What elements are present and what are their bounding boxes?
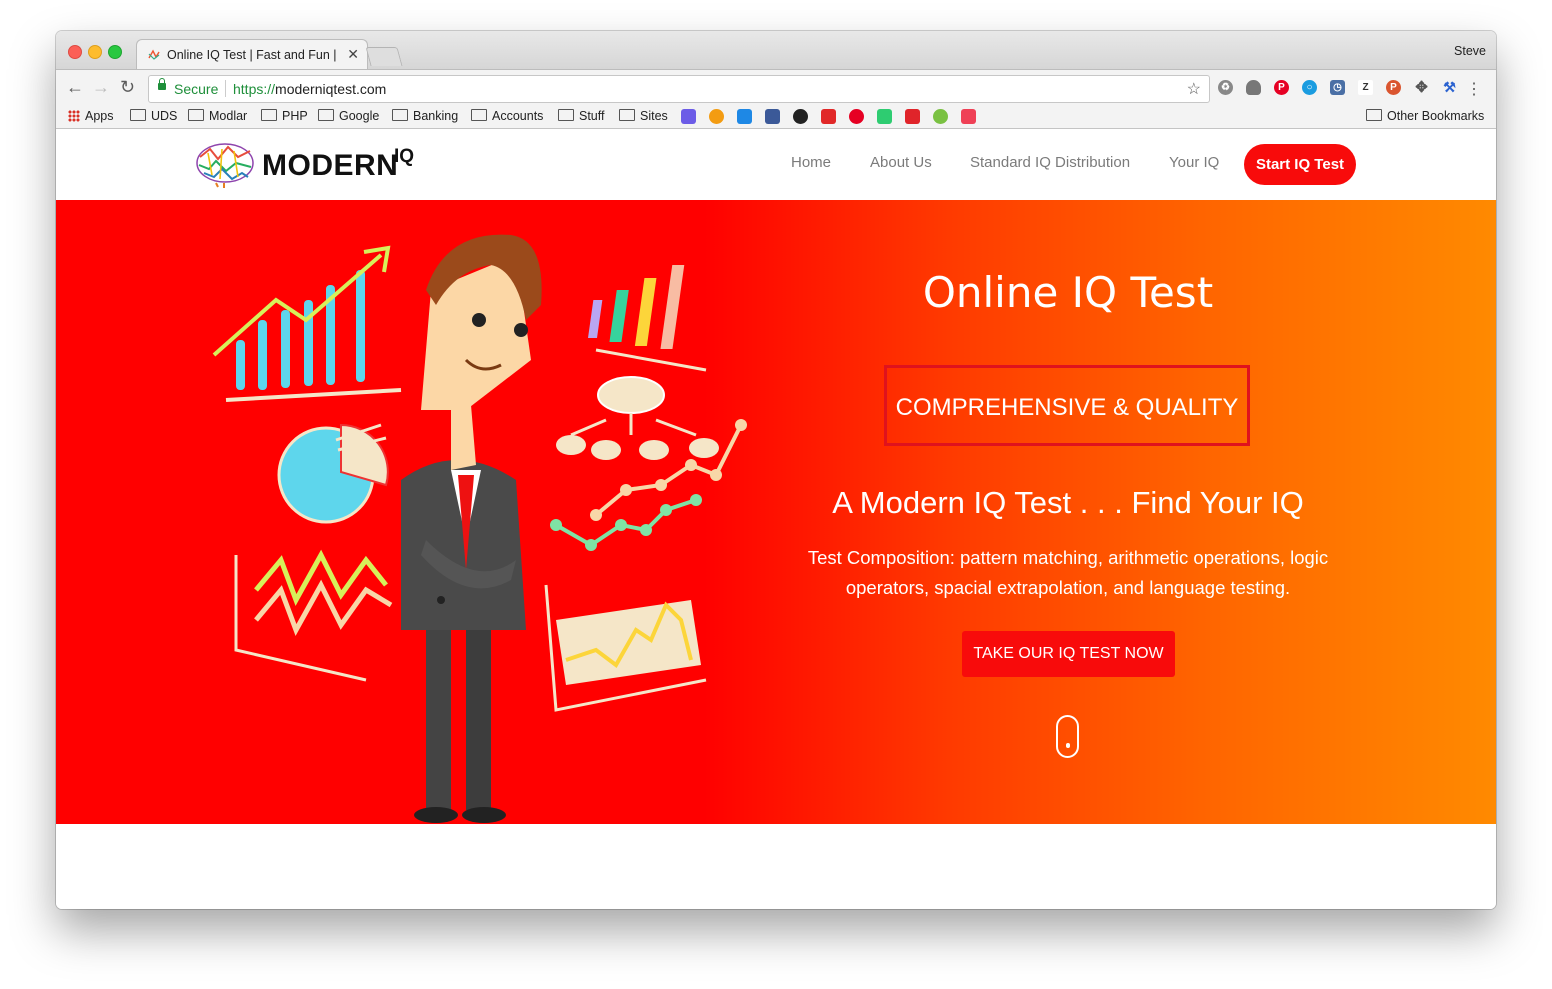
folder-icon (471, 109, 487, 121)
pinterest-icon[interactable]: P (1274, 80, 1289, 95)
bookmark-label: Stuff (579, 109, 605, 123)
folder-icon (558, 109, 574, 121)
nav-standard-iq-distribution[interactable]: Standard IQ Distribution (970, 154, 1130, 171)
url-host: moderniqtest.com (275, 81, 387, 97)
bitcoin-icon[interactable] (709, 109, 724, 124)
bookmark-sites[interactable]: Sites (619, 108, 668, 123)
brain-logo-icon[interactable] (194, 139, 256, 189)
apps-grid-icon (68, 110, 80, 122)
bookmark-label: Other Bookmarks (1387, 109, 1485, 123)
wrench-icon[interactable]: ⚒ (1442, 80, 1457, 95)
url-text[interactable]: https://moderniqtest.com (233, 81, 386, 97)
bookmark-uds[interactable]: UDS (130, 108, 177, 123)
product-hunt-icon[interactable]: P (1386, 80, 1401, 95)
scroll-down-icon[interactable] (1056, 715, 1079, 758)
bookmark-label: UDS (151, 109, 178, 123)
clock-icon[interactable]: ◷ (1330, 80, 1345, 95)
bookmark-label: Google (339, 109, 380, 123)
maximize-window-button[interactable] (108, 45, 122, 59)
nav-about-us[interactable]: About Us (870, 154, 932, 171)
bookmark-banking[interactable]: Banking (392, 108, 458, 123)
tab-bar: Online IQ Test | Fast and Fun | ✕ Steve (56, 31, 1496, 70)
bookmark-label: Accounts (492, 109, 544, 123)
tab-close-icon[interactable]: ✕ (347, 46, 359, 63)
quality-badge-text: COMPREHENSIVE & QUALITY (895, 394, 1239, 421)
bookmark-label: Sites (640, 109, 668, 123)
bookmark-accounts[interactable]: Accounts (471, 108, 543, 123)
inbox-icon[interactable] (905, 109, 920, 124)
bookmark-label: Modlar (209, 109, 248, 123)
scroll-dot (1066, 743, 1070, 748)
menu-dots-icon[interactable]: ⋮ (1466, 79, 1482, 99)
lock-icon (158, 78, 166, 90)
flipboard-icon[interactable] (821, 109, 836, 124)
bookmark-google[interactable]: Google (318, 108, 379, 123)
pocket-icon[interactable] (961, 109, 976, 124)
address-bar[interactable]: Secure https://moderniqtest.com ☆ (148, 75, 1210, 103)
zotero-icon[interactable]: Z (1358, 80, 1373, 95)
tab-title: Online IQ Test | Fast and Fun | (167, 48, 337, 62)
site-header: MODERN IQ Home About Us Standard IQ Dist… (56, 129, 1496, 200)
thinking-businessman-illustration (212, 234, 747, 823)
hero-title: Online IQ Test (922, 268, 1214, 317)
take-iq-test-button[interactable]: TAKE OUR IQ TEST NOW (962, 631, 1175, 677)
folder-icon (1366, 109, 1382, 121)
url-divider (225, 80, 226, 97)
forward-arrow-icon[interactable]: → (92, 78, 110, 96)
secure-label: Secure (174, 81, 219, 97)
evernote-icon[interactable] (933, 109, 948, 124)
folder-icon (130, 109, 146, 121)
bookmark-php[interactable]: PHP (261, 108, 308, 123)
start-iq-test-button[interactable]: Start IQ Test (1244, 144, 1356, 185)
bookmark-label: Apps (85, 109, 114, 123)
url-scheme: https:// (233, 81, 276, 97)
nav-home[interactable]: Home (791, 154, 831, 171)
toolbar: ← → ↻ Secure https://moderniqtest.com ☆ … (56, 69, 1496, 106)
bookmarks-bar: Apps UDS Modlar PHP Google Banking Accou… (56, 106, 1496, 129)
test-composition-text: Test Composition: pattern matching, arit… (807, 547, 1329, 598)
bookmark-apps[interactable]: Apps (68, 108, 114, 123)
bookmark-label: Banking (413, 109, 459, 123)
website: MODERN IQ Home About Us Standard IQ Dist… (56, 129, 1496, 909)
bookmark-other[interactable]: Other Bookmarks (1366, 108, 1484, 123)
circle-icon[interactable]: ○ (1302, 80, 1317, 95)
recycle-icon[interactable]: ♻ (1218, 80, 1233, 95)
cloud-icon[interactable] (1246, 80, 1261, 95)
folder-icon (318, 109, 334, 121)
facebook-icon[interactable] (765, 109, 780, 124)
bookmark-star-icon[interactable]: ☆ (1187, 79, 1201, 99)
bookmark-label: PHP (282, 109, 308, 123)
folder-icon (619, 109, 635, 121)
folder-icon (261, 109, 277, 121)
hero-section: Online IQ Test COMPREHENSIVE & QUALITY A… (56, 200, 1496, 824)
hero-tagline: A Modern IQ Test . . . Find Your IQ (832, 485, 1304, 520)
minimize-window-button[interactable] (88, 45, 102, 59)
browser-window: Online IQ Test | Fast and Fun | ✕ Steve … (56, 31, 1496, 909)
quality-badge: COMPREHENSIVE & QUALITY (884, 365, 1250, 446)
folder-icon (188, 109, 204, 121)
pinterest-icon[interactable] (849, 109, 864, 124)
back-arrow-icon[interactable]: ← (66, 78, 84, 96)
p-icon[interactable] (877, 109, 892, 124)
move-icon[interactable]: ✥ (1414, 80, 1429, 95)
close-window-button[interactable] (68, 45, 82, 59)
folder-icon (392, 109, 408, 121)
c-icon[interactable] (737, 109, 752, 124)
nav-your-iq[interactable]: Your IQ (1169, 154, 1219, 171)
brain-favicon-icon (148, 49, 160, 60)
logo-superscript: IQ (394, 146, 415, 167)
bookmark-modlar[interactable]: Modlar (188, 108, 247, 123)
profile-name[interactable]: Steve (1454, 44, 1486, 58)
s-icon[interactable] (681, 109, 696, 124)
logo-text[interactable]: MODERN (262, 149, 398, 183)
tab-active[interactable]: Online IQ Test | Fast and Fun | ✕ (136, 39, 368, 70)
s2-icon[interactable] (793, 109, 808, 124)
reload-icon[interactable]: ↻ (120, 78, 135, 96)
new-tab-button[interactable] (365, 47, 403, 66)
bookmark-stuff[interactable]: Stuff (558, 108, 604, 123)
